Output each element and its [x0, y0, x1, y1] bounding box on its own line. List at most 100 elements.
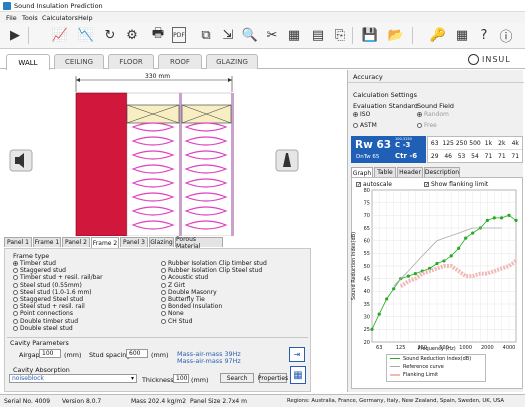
chart-compare-icon[interactable]: 📉 — [76, 25, 96, 45]
save-icon[interactable]: 💾 — [360, 25, 380, 45]
tab-roof[interactable]: ROOF — [158, 54, 202, 69]
frame-option[interactable]: Staggered stud — [13, 267, 103, 274]
tab-table[interactable]: Table — [374, 167, 396, 177]
data-point — [449, 254, 453, 258]
regions: Regions: Australia, France, Germany, Ita… — [287, 398, 505, 404]
wall-drawing: 330 mm — [0, 70, 345, 237]
frame-option[interactable]: Steel stud (1.0-1.6 mm) — [13, 289, 103, 296]
tab-ceiling[interactable]: CEILING — [54, 54, 104, 69]
ctr-value: Ctr -6 — [395, 152, 418, 160]
data-point — [413, 272, 417, 276]
title-bar: Sound Insulation Prediction — [0, 0, 525, 12]
layers-icon[interactable]: ▤ — [308, 25, 328, 45]
subtab-glazing[interactable]: Glazing — [149, 237, 174, 247]
menu-bar: File Tools Calculators Help — [0, 12, 525, 23]
subtab-frame-1[interactable]: Frame 1 — [33, 237, 61, 247]
graph-icon[interactable]: ▦ — [284, 25, 304, 45]
tab-description[interactable]: Description — [424, 167, 460, 177]
frame-option[interactable]: Rubber Isolation Clip Steel stud — [161, 267, 267, 274]
frame-option[interactable]: Timber stud — [13, 260, 103, 267]
subtab-porous-material[interactable]: Porous Material — [175, 236, 223, 250]
menu-tools[interactable]: Tools — [22, 14, 38, 22]
octave-value: 54 — [471, 153, 479, 160]
absorption-select[interactable]: noiseblock ▾ — [9, 374, 137, 383]
grid-icon[interactable]: ▦ — [452, 25, 472, 45]
search-icon[interactable]: 🔍 — [240, 25, 260, 45]
subtab-panel-2[interactable]: Panel 2 — [62, 237, 90, 247]
frame-option[interactable]: Rubber Isolation Clip timber stud — [161, 260, 267, 267]
subtab-panel-3[interactable]: Panel 3 — [120, 237, 148, 247]
frame-option[interactable]: Timber stud + resil. rail/bar — [13, 274, 103, 281]
tab-floor[interactable]: FLOOR — [108, 54, 154, 69]
data-point — [370, 327, 374, 331]
tab-wall[interactable]: WALL — [6, 54, 50, 70]
x-tick-label: 125 — [396, 345, 406, 351]
frame-panel: Frame type Timber stud Staggered stud Ti… — [4, 248, 311, 392]
field-free-option[interactable]: Free — [417, 122, 437, 129]
radio-dot — [417, 123, 422, 129]
menu-file[interactable]: File — [6, 14, 17, 22]
cavity-tool-button[interactable]: ⇥ — [289, 347, 305, 362]
frame-option[interactable]: Double Masonry — [161, 289, 267, 296]
frame-option[interactable]: Bonded Insulation — [161, 303, 267, 310]
frame-option[interactable]: None — [161, 310, 267, 317]
thickness-input[interactable]: 100 — [173, 374, 189, 383]
open-folder-icon[interactable]: 📂 — [386, 25, 406, 45]
frame-option[interactable]: Butterfly Tie — [161, 296, 267, 303]
stud-spacing-input[interactable]: 600 — [126, 349, 148, 358]
radio-dot — [417, 112, 422, 118]
pdf-icon[interactable]: PDF — [172, 27, 186, 43]
calculator-icon[interactable]: ▦ — [290, 366, 306, 384]
info-icon[interactable]: ⓘ — [496, 25, 516, 45]
y-tick-label: 75 — [364, 200, 370, 206]
key-icon[interactable]: 🔑 — [428, 25, 448, 45]
eval-iso-option[interactable]: ISO — [353, 111, 370, 118]
frame-option[interactable]: Staggered Steel stud — [13, 296, 103, 303]
data-point — [442, 259, 446, 263]
chart-icon[interactable]: 📈 — [50, 25, 70, 45]
frame-option[interactable]: Z Girt — [161, 282, 267, 289]
right-panel: Accuracy Calculation Settings Evaluation… — [347, 70, 524, 392]
data-point — [492, 216, 496, 220]
eval-astm-option[interactable]: ASTM — [353, 122, 377, 129]
frame-option[interactable]: Double steel stud — [13, 325, 103, 332]
menu-calculators[interactable]: Calculators — [42, 14, 78, 22]
refresh-icon[interactable]: ↻ — [100, 25, 120, 45]
copy-icon[interactable]: ⧉ — [196, 25, 216, 45]
settings-icon[interactable]: ⚙ — [122, 25, 142, 45]
tab-header[interactable]: Header — [397, 167, 423, 177]
frame-option[interactable]: Steel stud (0.55mm) — [13, 282, 103, 289]
cut-icon[interactable]: ✂ — [262, 25, 282, 45]
help-icon[interactable]: ? — [474, 25, 494, 45]
frame-option[interactable]: Acoustic stud — [161, 274, 267, 281]
properties-button[interactable]: Properties — [258, 373, 288, 383]
field-random-option[interactable]: Random — [417, 111, 449, 118]
data-point — [499, 216, 504, 220]
search-button[interactable]: Search — [220, 373, 254, 383]
data-point — [406, 274, 410, 278]
menu-help[interactable]: Help — [78, 14, 93, 22]
tab-glazing[interactable]: GLAZING — [206, 54, 258, 69]
radio-dot — [161, 275, 166, 281]
y-tick-label: 50 — [364, 264, 370, 270]
run-icon[interactable]: ▶ — [5, 25, 25, 45]
frame-option[interactable]: Double timber stud — [13, 318, 103, 325]
frame-option[interactable]: Point connections — [13, 310, 103, 317]
brand-name: INSUL — [482, 55, 511, 64]
frame-type-title: Frame type — [13, 252, 50, 260]
y-tick-label: 45 — [364, 276, 370, 282]
toolbar: ▶ 📈 📉 ↻ ⚙ 🖶 PDF ⧉ ⇲ 🔍 ✂ ▦ ▤ ⎘ 💾 📂 🔑 ▦ ? … — [0, 23, 525, 49]
data-point — [385, 297, 389, 301]
copy-chart-icon[interactable]: ⎘ — [330, 25, 350, 45]
print-icon[interactable]: 🖶 — [148, 25, 168, 45]
frame-option[interactable]: CH Stud — [161, 318, 267, 325]
subtab-panel-1[interactable]: Panel 1 — [4, 237, 32, 247]
legend-reference: Reference curve — [403, 364, 444, 370]
frame-option[interactable]: Steel stud + resil. rail — [13, 303, 103, 310]
export-icon[interactable]: ⇲ — [218, 25, 238, 45]
subtab-frame-2[interactable]: Frame 2 — [91, 237, 119, 248]
legend-marker-reference — [390, 366, 400, 367]
accuracy-divider — [348, 82, 524, 83]
airgap-input[interactable]: 100 — [39, 349, 61, 358]
freq-header: 250 — [455, 140, 468, 147]
